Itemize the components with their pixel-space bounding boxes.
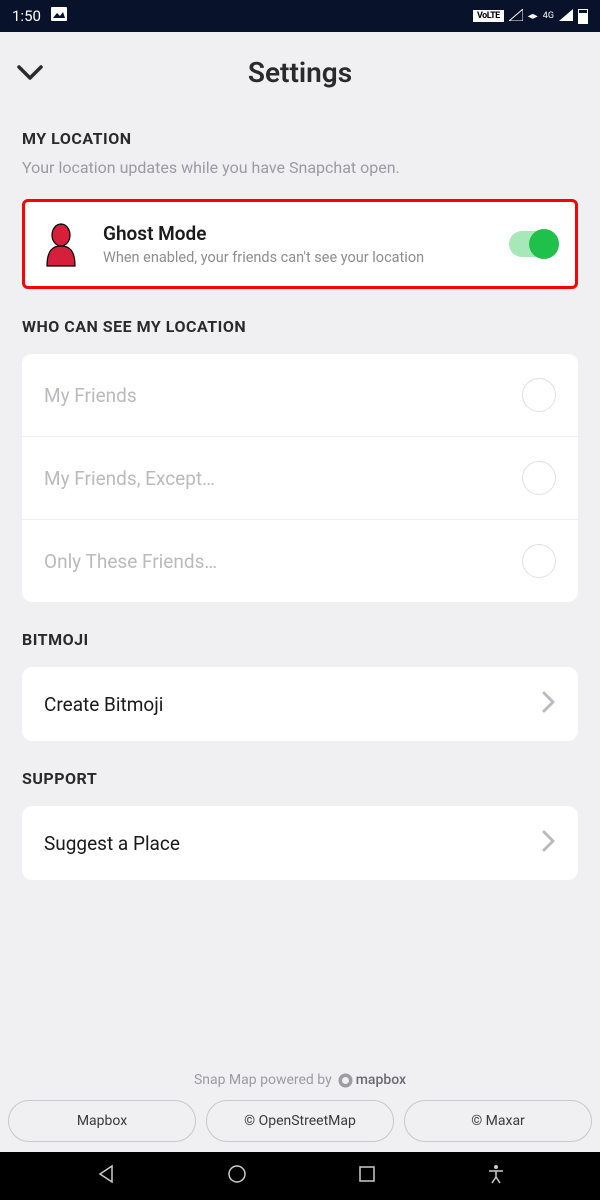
bitmoji-card: Create Bitmoji <box>22 667 578 741</box>
option-label: My Friends, Except… <box>44 467 215 490</box>
bitmoji-header: BITMOJI <box>22 630 578 649</box>
chevron-right-icon <box>542 830 556 856</box>
network-type: 4G <box>543 11 554 21</box>
option-label: Only These Friends… <box>44 550 217 573</box>
option-only-these-friends[interactable]: Only These Friends… <box>22 520 578 602</box>
create-bitmoji-row[interactable]: Create Bitmoji <box>22 667 578 741</box>
mapbox-logo: mapbox <box>338 1072 406 1088</box>
back-button[interactable] <box>16 59 44 87</box>
signal-icon <box>559 7 573 25</box>
who-can-see-card: My Friends My Friends, Except… Only Thes… <box>22 354 578 602</box>
footer: Snap Map powered by mapbox Mapbox © Open… <box>0 1062 600 1152</box>
mapbox-button[interactable]: Mapbox <box>8 1100 196 1142</box>
item-label: Suggest a Place <box>44 832 180 855</box>
support-header: SUPPORT <box>22 769 578 788</box>
my-location-section: MY LOCATION Your location updates while … <box>0 101 600 199</box>
who-can-see-section: WHO CAN SEE MY LOCATION <box>0 289 600 354</box>
my-location-subtitle: Your location updates while you have Sna… <box>22 158 578 177</box>
signal-empty-icon <box>509 7 523 25</box>
accessibility-icon[interactable] <box>487 1164 505 1188</box>
support-card: Suggest a Place <box>22 806 578 880</box>
bitmoji-section: BITMOJI <box>0 602 600 667</box>
ghost-mode-title: Ghost Mode <box>103 222 491 245</box>
picture-icon <box>51 7 67 25</box>
support-section: SUPPORT <box>0 741 600 806</box>
status-bar: 1:50 VoLTE ◂▸ 4G <box>0 0 600 32</box>
maxar-button[interactable]: © Maxar <box>404 1100 592 1142</box>
android-navbar <box>0 1152 600 1200</box>
chevron-right-icon <box>542 691 556 717</box>
item-label: Create Bitmoji <box>44 693 163 716</box>
ghost-mode-description: When enabled, your friends can't see you… <box>103 249 491 266</box>
nav-recent-icon[interactable] <box>358 1165 376 1187</box>
ghost-mode-toggle[interactable] <box>509 231 557 257</box>
nav-home-icon[interactable] <box>227 1164 247 1188</box>
radio-icon <box>522 544 556 578</box>
option-label: My Friends <box>44 384 137 407</box>
radio-icon <box>522 461 556 495</box>
volte-badge: VoLTE <box>473 10 504 22</box>
option-my-friends[interactable]: My Friends <box>22 354 578 437</box>
battery-icon <box>578 9 588 24</box>
chevron-down-icon <box>17 65 43 81</box>
who-can-see-header: WHO CAN SEE MY LOCATION <box>22 317 578 336</box>
radio-icon <box>522 378 556 412</box>
ghost-mode-row[interactable]: Ghost Mode When enabled, your friends ca… <box>22 199 578 289</box>
avatar-icon <box>37 220 85 268</box>
powered-by-text: Snap Map powered by mapbox <box>8 1072 592 1088</box>
my-location-header: MY LOCATION <box>22 129 578 148</box>
page-header: Settings <box>0 32 600 101</box>
data-arrows-icon: ◂▸ <box>528 11 538 22</box>
openstreetmap-button[interactable]: © OpenStreetMap <box>206 1100 394 1142</box>
page-title: Settings <box>16 56 584 89</box>
nav-back-icon[interactable] <box>96 1164 116 1188</box>
toggle-knob <box>529 229 559 259</box>
option-my-friends-except[interactable]: My Friends, Except… <box>22 437 578 520</box>
suggest-place-row[interactable]: Suggest a Place <box>22 806 578 880</box>
status-time: 1:50 <box>12 7 41 25</box>
